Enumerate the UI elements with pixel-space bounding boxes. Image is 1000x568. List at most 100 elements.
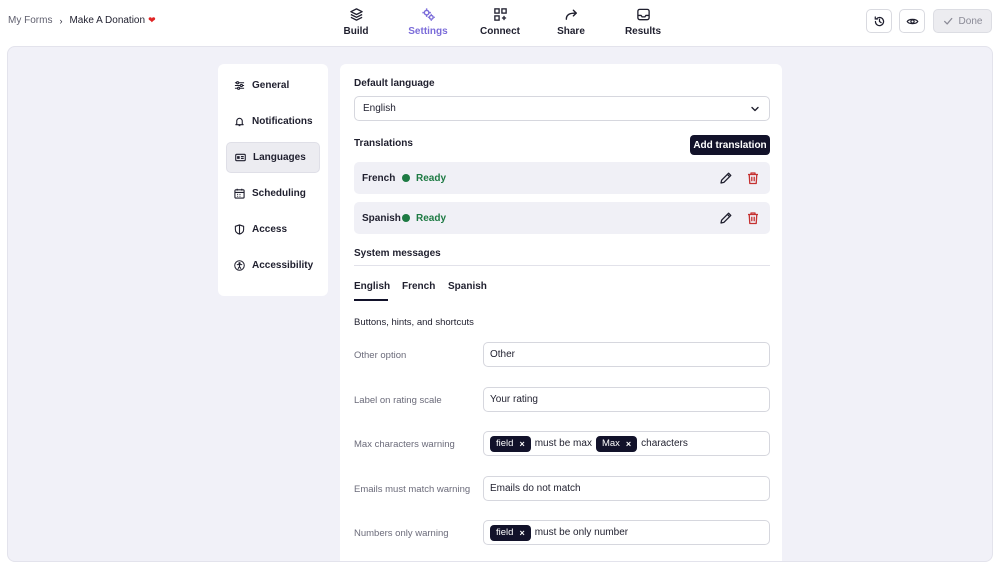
field-text: must be only number xyxy=(534,527,629,538)
gears-icon xyxy=(421,8,435,21)
trash-icon xyxy=(748,172,758,185)
active-tab-indicator xyxy=(354,299,388,301)
nav-results-label: Results xyxy=(624,26,662,37)
done-button[interactable]: Done xyxy=(933,9,992,33)
tab-spanish[interactable]: Spanish xyxy=(448,281,487,292)
delete-french-button[interactable] xyxy=(746,171,760,185)
variable-chip-field[interactable]: field × xyxy=(490,524,531,541)
nav-build-label: Build xyxy=(343,26,369,37)
field-value: Your rating xyxy=(490,394,538,405)
translation-language: Spanish xyxy=(362,212,401,224)
history-icon xyxy=(874,15,884,26)
chip-remove-icon[interactable]: × xyxy=(626,439,631,449)
field-label-max-characters: Max characters warning xyxy=(354,439,455,450)
menu-label-notifications: Notifications xyxy=(252,116,313,127)
field-label-numbers-only: Numbers only warning xyxy=(354,528,449,539)
nav-build[interactable]: Build xyxy=(326,6,386,38)
menu-item-accessibility[interactable]: Accessibility xyxy=(226,250,320,281)
variable-chip-field[interactable]: field × xyxy=(490,435,531,452)
settings-menu: General Notifications Languages Scheduli… xyxy=(218,64,328,296)
menu-label-accessibility: Accessibility xyxy=(252,260,314,271)
nav-settings[interactable]: Settings xyxy=(398,6,458,38)
default-language-value: English xyxy=(363,103,396,114)
numbers-only-input[interactable]: field × must be only number xyxy=(483,520,770,545)
languages-panel: Default language English Translations Ad… xyxy=(340,64,782,561)
settings-canvas: General Notifications Languages Scheduli… xyxy=(7,46,993,562)
chip-remove-icon[interactable]: × xyxy=(519,528,524,538)
connect-icon xyxy=(493,8,507,21)
menu-label-general: General xyxy=(252,80,290,91)
chip-label: field xyxy=(496,527,514,538)
nav-share[interactable]: Share xyxy=(541,6,601,38)
menu-item-languages[interactable]: Languages xyxy=(226,142,320,173)
translation-language: French xyxy=(362,172,396,184)
breadcrumb-my-forms[interactable]: My Forms xyxy=(8,15,52,26)
nav-share-label: Share xyxy=(557,26,585,37)
check-icon xyxy=(943,17,952,25)
done-button-label: Done xyxy=(958,15,983,27)
history-button[interactable] xyxy=(866,9,892,33)
menu-item-access[interactable]: Access xyxy=(226,214,320,245)
heart-emoji: ❤ xyxy=(148,15,156,25)
layers-icon xyxy=(349,8,363,21)
nav-connect-label: Connect xyxy=(480,26,520,37)
calendar-icon xyxy=(234,188,245,199)
field-label-emails-match: Emails must match warning xyxy=(354,484,471,495)
translation-status: Ready xyxy=(416,172,447,184)
menu-item-general[interactable]: General xyxy=(226,70,320,101)
inbox-icon xyxy=(636,8,650,21)
menu-label-scheduling: Scheduling xyxy=(252,188,306,199)
other-option-input[interactable]: Other xyxy=(483,342,770,367)
nav-connect[interactable]: Connect xyxy=(470,6,530,38)
translation-status: Ready xyxy=(416,212,447,224)
status-dot xyxy=(402,174,410,182)
language-card-icon xyxy=(235,153,246,162)
default-language-title: Default language xyxy=(354,78,435,89)
breadcrumb-separator: › xyxy=(59,15,63,26)
accessibility-icon xyxy=(234,260,245,271)
pencil-icon xyxy=(720,172,732,184)
default-language-select[interactable]: English xyxy=(354,96,770,121)
shield-icon xyxy=(234,224,245,235)
field-text: must be max xyxy=(534,438,592,449)
breadcrumb: My Forms › Make A Donation ❤ xyxy=(8,15,156,26)
menu-label-languages: Languages xyxy=(253,152,306,163)
edit-french-button[interactable] xyxy=(719,171,733,185)
status-dot xyxy=(402,214,410,222)
breadcrumb-form-title: Make A Donation xyxy=(69,15,146,26)
field-label-other-option: Other option xyxy=(354,350,407,361)
edit-spanish-button[interactable] xyxy=(719,211,733,225)
translation-row-french: French Ready xyxy=(354,162,770,194)
tab-french[interactable]: French xyxy=(402,281,435,292)
pencil-icon xyxy=(720,212,732,224)
variable-chip-max[interactable]: Max × xyxy=(595,435,638,452)
trash-icon xyxy=(748,212,758,225)
field-label-rating-scale: Label on rating scale xyxy=(354,395,442,406)
delete-spanish-button[interactable] xyxy=(746,211,760,225)
add-translation-button[interactable]: Add translation xyxy=(690,135,770,155)
divider xyxy=(354,265,770,266)
chip-remove-icon[interactable]: × xyxy=(519,439,524,449)
field-value: Other xyxy=(490,349,516,360)
chip-label: Max xyxy=(601,438,620,449)
buttons-hints-title: Buttons, hints, and shortcuts xyxy=(354,317,474,328)
max-characters-input[interactable]: field × must be max Max × characters xyxy=(483,431,770,456)
chip-label: field xyxy=(496,438,514,449)
preview-button[interactable] xyxy=(899,9,925,33)
field-value: Emails do not match xyxy=(490,483,581,494)
system-messages-title: System messages xyxy=(354,248,441,259)
menu-label-access: Access xyxy=(252,224,288,235)
field-text: characters xyxy=(641,438,688,449)
sliders-icon xyxy=(234,81,245,90)
share-arrow-icon xyxy=(565,9,577,20)
nav-settings-label: Settings xyxy=(408,26,448,37)
eye-icon xyxy=(906,18,918,24)
emails-match-input[interactable]: Emails do not match xyxy=(483,476,770,501)
menu-item-scheduling[interactable]: Scheduling xyxy=(226,178,320,209)
menu-item-notifications[interactable]: Notifications xyxy=(226,106,320,137)
top-bar: My Forms › Make A Donation ❤ Build Setti… xyxy=(0,0,1000,44)
rating-scale-input[interactable]: Your rating xyxy=(483,387,770,412)
nav-results[interactable]: Results xyxy=(613,6,673,38)
bell-icon xyxy=(235,117,244,127)
tab-english[interactable]: English xyxy=(354,281,390,292)
